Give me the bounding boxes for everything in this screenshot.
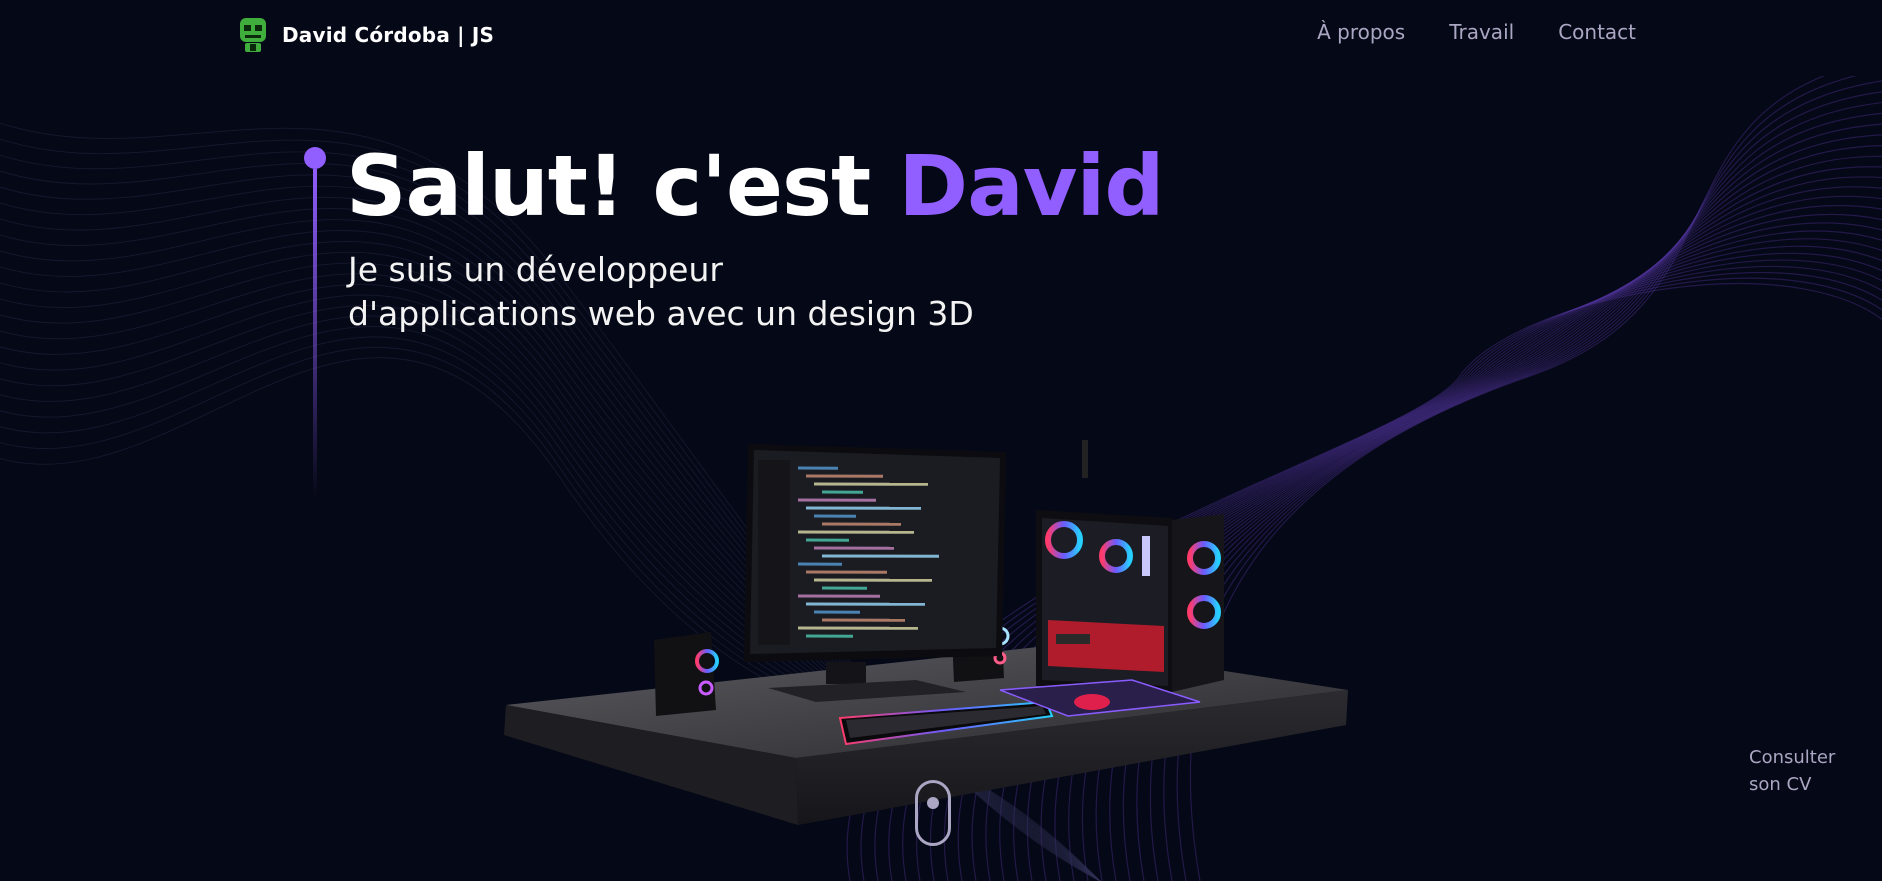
cv-link[interactable]: Consulter son CV [1749,744,1835,798]
pc-case [1036,440,1224,692]
nav-link-about[interactable]: À propos [1317,20,1405,44]
cv-link-line-2: son CV [1749,774,1812,795]
brand-link[interactable]: David Córdoba | JS [236,16,494,54]
hero-title-name: David [898,137,1164,235]
desk-setup-3d-model[interactable] [496,440,1356,830]
cv-link-line-1: Consulter [1749,747,1836,768]
hero-title: Salut! c'est David [346,130,1164,242]
hero-title-prefix: Salut! c'est [346,137,871,235]
hero-subtitle-line-2: d'applications web avec un design 3D [348,294,974,333]
mouse-scroll-icon[interactable] [915,780,951,846]
hero-accent-bar [313,169,317,499]
robot-logo-icon [240,18,266,52]
hero-accent-dot [304,147,326,169]
navbar: David Córdoba | JS À propos Travail Cont… [0,0,1882,76]
nav-link-contact[interactable]: Contact [1558,20,1636,44]
nav-link-work[interactable]: Travail [1449,20,1514,44]
hero-subtitle-line-1: Je suis un développeur [348,250,723,289]
hero-accent-line [304,147,326,499]
brand-name: David Córdoba | JS [282,23,495,47]
nav-links: À propos Travail Contact [1317,20,1636,44]
hero-subtitle: Je suis un développeur d'applications we… [348,248,1068,336]
left-speaker [654,632,719,716]
scroll-indicator-dot [927,797,939,809]
